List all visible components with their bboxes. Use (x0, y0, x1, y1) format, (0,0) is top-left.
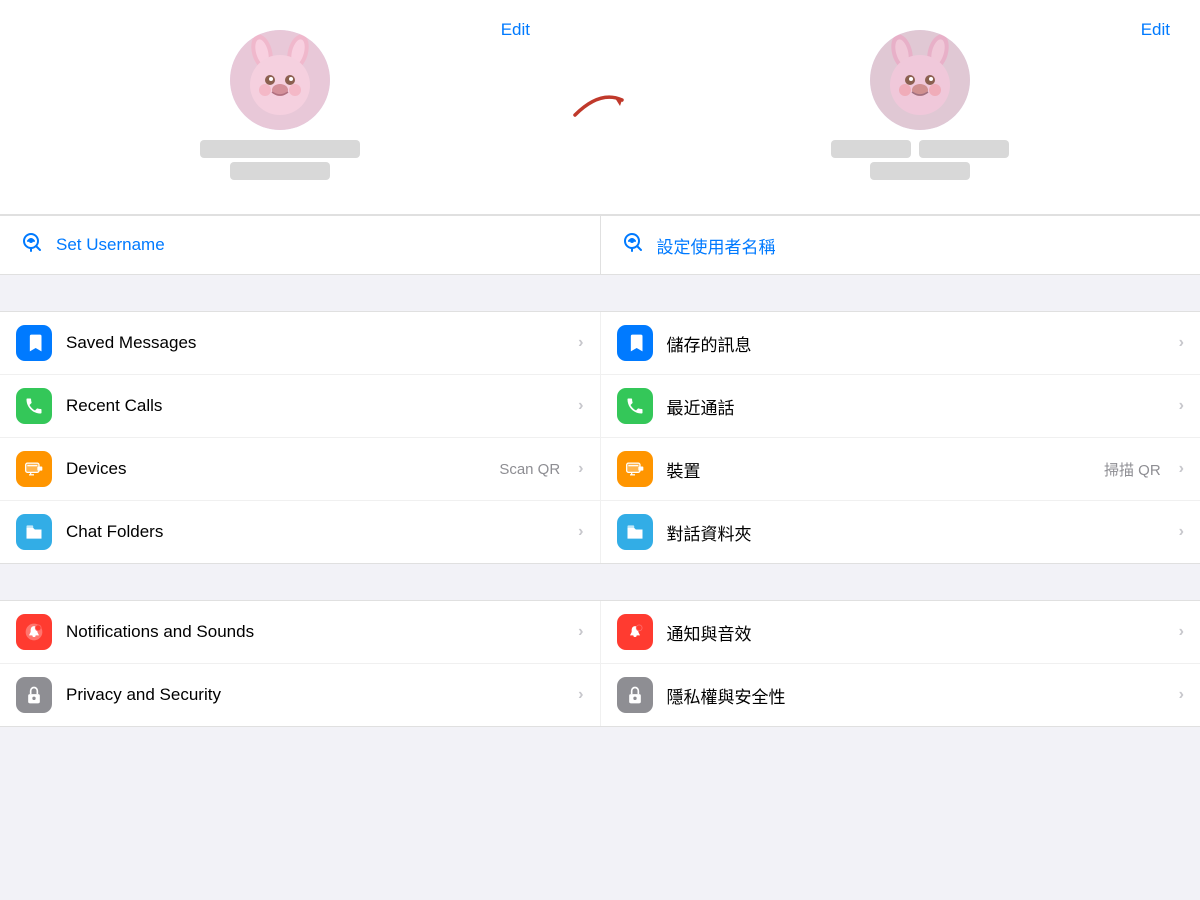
profile-section: Edit (0, 0, 1200, 215)
saved-messages-icon (16, 325, 52, 361)
right-profile-panel: Edit (640, 20, 1200, 190)
recent-calls-icon (16, 388, 52, 424)
left-notifications[interactable]: Notifications and Sounds › (0, 601, 601, 663)
right-devices-icon (617, 451, 653, 487)
right-recent-calls-label: 最近通話 (667, 394, 1165, 419)
recent-calls-row: Recent Calls › 最近通話 › (0, 375, 1200, 438)
right-name-bar1 (831, 140, 911, 158)
left-saved-messages[interactable]: Saved Messages › (0, 312, 601, 374)
right-privacy-icon (617, 677, 653, 713)
right-set-username[interactable]: 設定使用者名稱 (601, 216, 1200, 274)
right-name-bar2 (919, 140, 1009, 158)
right-privacy-label: 隱私權與安全性 (667, 683, 1165, 708)
username-section: Set Username 設定使用者名稱 (0, 215, 1200, 275)
right-devices[interactable]: 裝置 掃描 QR › (601, 438, 1200, 500)
left-notifications-chevron: › (578, 623, 583, 641)
left-privacy[interactable]: Privacy and Security › (0, 664, 601, 726)
left-devices[interactable]: Devices Scan QR › (0, 438, 601, 500)
right-notifications-icon (617, 614, 653, 650)
right-chat-folders-label: 對話資料夾 (667, 520, 1165, 545)
right-privacy[interactable]: 隱私權與安全性 › (601, 664, 1200, 726)
right-privacy-chevron: › (1179, 686, 1184, 704)
right-devices-label: 裝置 (667, 457, 1091, 482)
left-name-block (20, 140, 540, 180)
right-saved-messages[interactable]: 儲存的訊息 › (601, 312, 1200, 374)
arrow-container (560, 20, 640, 190)
left-username-label: Set Username (56, 235, 165, 255)
left-profile-panel: Edit (0, 20, 560, 190)
arrow-icon (570, 80, 630, 130)
left-avatar (230, 30, 330, 130)
chat-folders-icon (16, 514, 52, 550)
notifications-icon (16, 614, 52, 650)
right-saved-messages-chevron: › (1179, 334, 1184, 352)
right-scan-qr-label: 掃描 QR (1104, 459, 1161, 480)
left-privacy-chevron: › (578, 686, 583, 704)
left-phone-bar (230, 162, 330, 180)
left-recent-calls-chevron: › (578, 397, 583, 415)
left-notifications-label: Notifications and Sounds (66, 622, 564, 642)
right-notifications[interactable]: 通知與音效 › (601, 601, 1200, 663)
section-gap-2 (0, 564, 1200, 600)
left-recent-calls[interactable]: Recent Calls › (0, 375, 601, 437)
left-devices-chevron: › (578, 460, 583, 478)
left-saved-messages-chevron: › (578, 334, 583, 352)
privacy-row: Privacy and Security › 隱私權與安全性 › (0, 664, 1200, 726)
saved-messages-row: Saved Messages › 儲存的訊息 › (0, 312, 1200, 375)
left-privacy-label: Privacy and Security (66, 685, 564, 705)
left-set-username[interactable]: Set Username (0, 216, 601, 274)
chat-folders-row: Chat Folders › 對話資料夾 › (0, 501, 1200, 563)
left-scan-qr-label: Scan QR (499, 461, 560, 478)
left-chat-folders-chevron: › (578, 523, 583, 541)
left-username-icon (20, 230, 44, 260)
right-notifications-chevron: › (1179, 623, 1184, 641)
left-recent-calls-label: Recent Calls (66, 396, 564, 416)
right-recent-calls-icon (617, 388, 653, 424)
right-recent-calls[interactable]: 最近通話 › (601, 375, 1200, 437)
right-name-block (660, 140, 1180, 180)
settings-section-1: Saved Messages › 儲存的訊息 › Recent Calls › (0, 311, 1200, 564)
right-devices-chevron: › (1179, 460, 1184, 478)
right-phone-bar (870, 162, 970, 180)
left-chat-folders-label: Chat Folders (66, 522, 564, 542)
right-avatar (870, 30, 970, 130)
settings-section-2: Notifications and Sounds › 通知與音效 › (0, 600, 1200, 727)
left-devices-label: Devices (66, 459, 485, 479)
right-chat-folders-chevron: › (1179, 523, 1184, 541)
right-chat-folders-icon (617, 514, 653, 550)
devices-row: Devices Scan QR › 裝置 掃描 QR › (0, 438, 1200, 501)
left-name-bar (200, 140, 360, 158)
right-edit-button[interactable]: Edit (1141, 20, 1170, 40)
section-gap-1 (0, 275, 1200, 311)
left-chat-folders[interactable]: Chat Folders › (0, 501, 601, 563)
left-saved-messages-label: Saved Messages (66, 333, 564, 353)
right-notifications-label: 通知與音效 (667, 620, 1165, 645)
left-edit-button[interactable]: Edit (501, 20, 530, 40)
right-username-icon (621, 230, 645, 260)
devices-icon (16, 451, 52, 487)
privacy-icon (16, 677, 52, 713)
notifications-row: Notifications and Sounds › 通知與音效 › (0, 601, 1200, 664)
right-username-label: 設定使用者名稱 (657, 233, 776, 258)
right-recent-calls-chevron: › (1179, 397, 1184, 415)
right-saved-messages-icon (617, 325, 653, 361)
right-chat-folders[interactable]: 對話資料夾 › (601, 501, 1200, 563)
right-saved-messages-label: 儲存的訊息 (667, 331, 1165, 356)
